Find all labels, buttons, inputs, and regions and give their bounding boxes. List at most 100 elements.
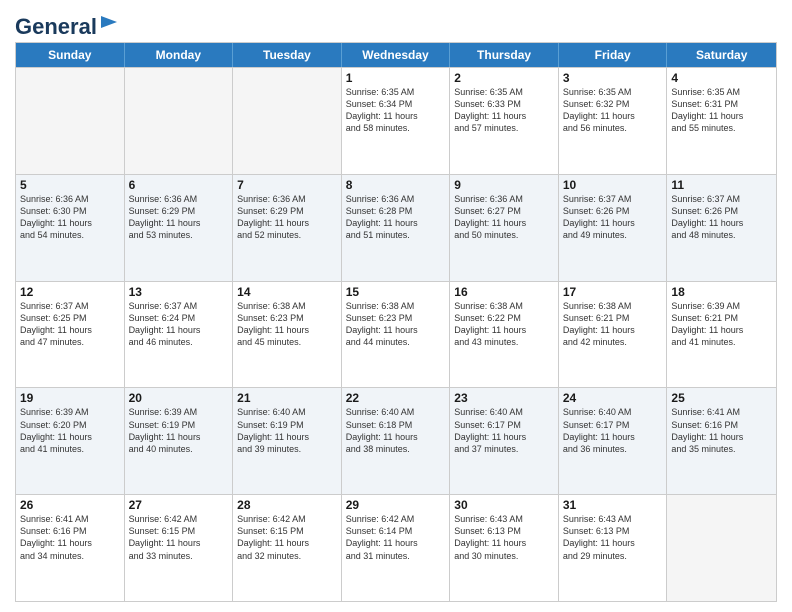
day-info: Sunrise: 6:40 AM Sunset: 6:19 PM Dayligh… (237, 406, 337, 455)
day-info: Sunrise: 6:39 AM Sunset: 6:19 PM Dayligh… (129, 406, 229, 455)
day-number: 14 (237, 285, 337, 299)
day-info: Sunrise: 6:39 AM Sunset: 6:21 PM Dayligh… (671, 300, 772, 349)
day-cell-7: 7Sunrise: 6:36 AM Sunset: 6:29 PM Daylig… (233, 175, 342, 281)
day-number: 29 (346, 498, 446, 512)
day-cell-18: 18Sunrise: 6:39 AM Sunset: 6:21 PM Dayli… (667, 282, 776, 388)
day-number: 27 (129, 498, 229, 512)
day-number: 20 (129, 391, 229, 405)
day-cell-15: 15Sunrise: 6:38 AM Sunset: 6:23 PM Dayli… (342, 282, 451, 388)
day-number: 5 (20, 178, 120, 192)
day-number: 19 (20, 391, 120, 405)
calendar-row-1: 5Sunrise: 6:36 AM Sunset: 6:30 PM Daylig… (16, 174, 776, 281)
calendar-row-4: 26Sunrise: 6:41 AM Sunset: 6:16 PM Dayli… (16, 494, 776, 601)
day-info: Sunrise: 6:38 AM Sunset: 6:22 PM Dayligh… (454, 300, 554, 349)
day-cell-22: 22Sunrise: 6:40 AM Sunset: 6:18 PM Dayli… (342, 388, 451, 494)
day-info: Sunrise: 6:42 AM Sunset: 6:15 PM Dayligh… (237, 513, 337, 562)
day-cell-21: 21Sunrise: 6:40 AM Sunset: 6:19 PM Dayli… (233, 388, 342, 494)
day-number: 1 (346, 71, 446, 85)
day-number: 16 (454, 285, 554, 299)
day-info: Sunrise: 6:43 AM Sunset: 6:13 PM Dayligh… (454, 513, 554, 562)
calendar-header: SundayMondayTuesdayWednesdayThursdayFrid… (16, 43, 776, 67)
weekday-header-wednesday: Wednesday (342, 43, 451, 67)
day-number: 23 (454, 391, 554, 405)
logo: General (15, 14, 121, 34)
weekday-header-saturday: Saturday (667, 43, 776, 67)
empty-cell (125, 68, 234, 174)
day-cell-23: 23Sunrise: 6:40 AM Sunset: 6:17 PM Dayli… (450, 388, 559, 494)
day-info: Sunrise: 6:37 AM Sunset: 6:26 PM Dayligh… (563, 193, 663, 242)
day-number: 24 (563, 391, 663, 405)
logo-general: General (15, 14, 97, 40)
day-info: Sunrise: 6:35 AM Sunset: 6:32 PM Dayligh… (563, 86, 663, 135)
day-number: 8 (346, 178, 446, 192)
calendar-row-3: 19Sunrise: 6:39 AM Sunset: 6:20 PM Dayli… (16, 387, 776, 494)
day-cell-19: 19Sunrise: 6:39 AM Sunset: 6:20 PM Dayli… (16, 388, 125, 494)
page: General SundayMondayTuesdayWednesdayThur… (0, 0, 792, 612)
day-info: Sunrise: 6:40 AM Sunset: 6:17 PM Dayligh… (563, 406, 663, 455)
day-cell-28: 28Sunrise: 6:42 AM Sunset: 6:15 PM Dayli… (233, 495, 342, 601)
day-info: Sunrise: 6:38 AM Sunset: 6:23 PM Dayligh… (237, 300, 337, 349)
day-cell-6: 6Sunrise: 6:36 AM Sunset: 6:29 PM Daylig… (125, 175, 234, 281)
weekday-header-thursday: Thursday (450, 43, 559, 67)
logo-flag-icon (99, 16, 121, 34)
day-cell-29: 29Sunrise: 6:42 AM Sunset: 6:14 PM Dayli… (342, 495, 451, 601)
empty-cell (16, 68, 125, 174)
day-cell-10: 10Sunrise: 6:37 AM Sunset: 6:26 PM Dayli… (559, 175, 668, 281)
day-info: Sunrise: 6:41 AM Sunset: 6:16 PM Dayligh… (671, 406, 772, 455)
day-number: 13 (129, 285, 229, 299)
day-number: 22 (346, 391, 446, 405)
day-cell-25: 25Sunrise: 6:41 AM Sunset: 6:16 PM Dayli… (667, 388, 776, 494)
day-info: Sunrise: 6:37 AM Sunset: 6:24 PM Dayligh… (129, 300, 229, 349)
calendar-row-2: 12Sunrise: 6:37 AM Sunset: 6:25 PM Dayli… (16, 281, 776, 388)
day-cell-27: 27Sunrise: 6:42 AM Sunset: 6:15 PM Dayli… (125, 495, 234, 601)
day-cell-26: 26Sunrise: 6:41 AM Sunset: 6:16 PM Dayli… (16, 495, 125, 601)
day-number: 3 (563, 71, 663, 85)
day-cell-9: 9Sunrise: 6:36 AM Sunset: 6:27 PM Daylig… (450, 175, 559, 281)
day-info: Sunrise: 6:42 AM Sunset: 6:15 PM Dayligh… (129, 513, 229, 562)
day-info: Sunrise: 6:38 AM Sunset: 6:21 PM Dayligh… (563, 300, 663, 349)
day-info: Sunrise: 6:36 AM Sunset: 6:29 PM Dayligh… (129, 193, 229, 242)
day-info: Sunrise: 6:35 AM Sunset: 6:34 PM Dayligh… (346, 86, 446, 135)
day-info: Sunrise: 6:36 AM Sunset: 6:29 PM Dayligh… (237, 193, 337, 242)
day-number: 6 (129, 178, 229, 192)
day-info: Sunrise: 6:41 AM Sunset: 6:16 PM Dayligh… (20, 513, 120, 562)
day-number: 9 (454, 178, 554, 192)
day-cell-30: 30Sunrise: 6:43 AM Sunset: 6:13 PM Dayli… (450, 495, 559, 601)
day-cell-8: 8Sunrise: 6:36 AM Sunset: 6:28 PM Daylig… (342, 175, 451, 281)
day-number: 10 (563, 178, 663, 192)
day-cell-3: 3Sunrise: 6:35 AM Sunset: 6:32 PM Daylig… (559, 68, 668, 174)
day-info: Sunrise: 6:36 AM Sunset: 6:30 PM Dayligh… (20, 193, 120, 242)
day-cell-31: 31Sunrise: 6:43 AM Sunset: 6:13 PM Dayli… (559, 495, 668, 601)
day-info: Sunrise: 6:36 AM Sunset: 6:27 PM Dayligh… (454, 193, 554, 242)
weekday-header-sunday: Sunday (16, 43, 125, 67)
day-number: 28 (237, 498, 337, 512)
day-cell-14: 14Sunrise: 6:38 AM Sunset: 6:23 PM Dayli… (233, 282, 342, 388)
weekday-header-friday: Friday (559, 43, 668, 67)
day-cell-24: 24Sunrise: 6:40 AM Sunset: 6:17 PM Dayli… (559, 388, 668, 494)
day-cell-11: 11Sunrise: 6:37 AM Sunset: 6:26 PM Dayli… (667, 175, 776, 281)
day-cell-20: 20Sunrise: 6:39 AM Sunset: 6:19 PM Dayli… (125, 388, 234, 494)
day-info: Sunrise: 6:38 AM Sunset: 6:23 PM Dayligh… (346, 300, 446, 349)
day-info: Sunrise: 6:42 AM Sunset: 6:14 PM Dayligh… (346, 513, 446, 562)
day-number: 7 (237, 178, 337, 192)
day-cell-5: 5Sunrise: 6:36 AM Sunset: 6:30 PM Daylig… (16, 175, 125, 281)
header: General (15, 10, 777, 34)
day-info: Sunrise: 6:40 AM Sunset: 6:17 PM Dayligh… (454, 406, 554, 455)
day-info: Sunrise: 6:39 AM Sunset: 6:20 PM Dayligh… (20, 406, 120, 455)
day-number: 26 (20, 498, 120, 512)
empty-cell (233, 68, 342, 174)
day-cell-2: 2Sunrise: 6:35 AM Sunset: 6:33 PM Daylig… (450, 68, 559, 174)
day-cell-16: 16Sunrise: 6:38 AM Sunset: 6:22 PM Dayli… (450, 282, 559, 388)
day-cell-13: 13Sunrise: 6:37 AM Sunset: 6:24 PM Dayli… (125, 282, 234, 388)
weekday-header-monday: Monday (125, 43, 234, 67)
day-number: 31 (563, 498, 663, 512)
day-info: Sunrise: 6:37 AM Sunset: 6:25 PM Dayligh… (20, 300, 120, 349)
day-info: Sunrise: 6:36 AM Sunset: 6:28 PM Dayligh… (346, 193, 446, 242)
day-cell-1: 1Sunrise: 6:35 AM Sunset: 6:34 PM Daylig… (342, 68, 451, 174)
day-info: Sunrise: 6:40 AM Sunset: 6:18 PM Dayligh… (346, 406, 446, 455)
empty-cell (667, 495, 776, 601)
day-number: 11 (671, 178, 772, 192)
day-cell-4: 4Sunrise: 6:35 AM Sunset: 6:31 PM Daylig… (667, 68, 776, 174)
day-number: 4 (671, 71, 772, 85)
day-number: 21 (237, 391, 337, 405)
